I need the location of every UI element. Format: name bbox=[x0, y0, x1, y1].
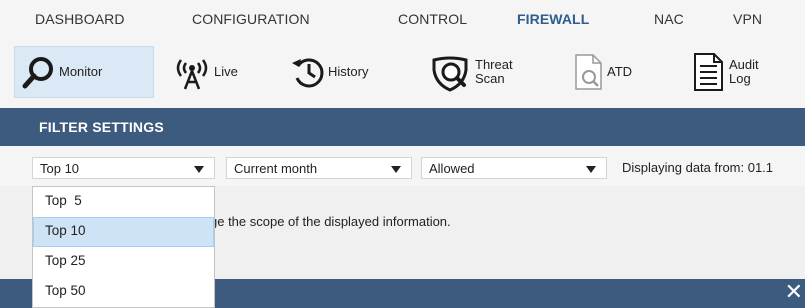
filter-settings-header: FILTER SETTINGS bbox=[0, 108, 805, 146]
history-button[interactable]: History bbox=[290, 46, 400, 98]
toolbar: Monitor Live History Threat Scan ATD Aud… bbox=[0, 38, 805, 108]
filter-row: Top 10 Current month Allowed Displaying … bbox=[0, 146, 805, 186]
atd-button[interactable]: ATD bbox=[573, 46, 663, 98]
nav-vpn[interactable]: VPN bbox=[733, 11, 762, 27]
nav-firewall[interactable]: FIREWALL bbox=[517, 11, 589, 27]
nav-dashboard[interactable]: DASHBOARD bbox=[35, 11, 125, 27]
history-clock-icon bbox=[292, 58, 324, 88]
atd-document-icon bbox=[575, 54, 602, 90]
dropdown-option-top-5[interactable]: Top 5 bbox=[33, 187, 214, 217]
nav-nac[interactable]: NAC bbox=[654, 11, 684, 27]
chevron-down-icon bbox=[194, 166, 204, 173]
action-select-value: Allowed bbox=[429, 161, 475, 176]
history-label: History bbox=[328, 64, 369, 79]
top-n-select-value: Top 10 bbox=[40, 161, 80, 176]
threat-scan-label-line2: Scan bbox=[475, 71, 505, 86]
audit-log-label-line2: Log bbox=[729, 71, 751, 86]
live-label: Live bbox=[214, 64, 238, 79]
audit-log-label-line1: Audit bbox=[729, 57, 759, 72]
threat-scan-label: Threat Scan bbox=[475, 58, 513, 86]
monitor-button[interactable]: Monitor bbox=[14, 46, 154, 98]
threat-scan-label-line1: Threat bbox=[475, 57, 513, 72]
chevron-down-icon bbox=[586, 166, 596, 173]
shield-scan-icon bbox=[432, 56, 468, 92]
dropdown-option-label: Top 5 bbox=[45, 193, 82, 208]
chevron-down-icon bbox=[391, 166, 401, 173]
displaying-data-text: Displaying data from: 01.1 bbox=[622, 160, 774, 175]
threat-scan-button[interactable]: Threat Scan bbox=[430, 46, 540, 98]
dropdown-option-top-50[interactable]: Top 50 bbox=[33, 277, 214, 307]
monitor-label: Monitor bbox=[59, 64, 103, 79]
audit-log-icon bbox=[694, 53, 723, 91]
scope-description: ge the scope of the displayed informatio… bbox=[210, 214, 451, 229]
nav-control[interactable]: CONTROL bbox=[398, 11, 467, 27]
live-button[interactable]: Live bbox=[172, 46, 256, 98]
period-select[interactable]: Current month bbox=[226, 157, 412, 179]
top-n-dropdown-list: Top 5 Top 10 Top 25 Top 50 bbox=[32, 186, 215, 308]
live-broadcast-icon bbox=[176, 59, 208, 90]
period-select-value: Current month bbox=[234, 161, 318, 176]
magnifier-icon bbox=[22, 57, 53, 89]
audit-log-button[interactable]: Audit Log bbox=[692, 46, 792, 98]
dropdown-option-label: Top 50 bbox=[45, 283, 86, 298]
action-select[interactable]: Allowed bbox=[421, 157, 607, 179]
audit-log-label: Audit Log bbox=[729, 58, 759, 86]
close-icon[interactable]: ✕ bbox=[785, 282, 803, 304]
nav-configuration[interactable]: CONFIGURATION bbox=[192, 11, 310, 27]
dropdown-option-top-25[interactable]: Top 25 bbox=[33, 247, 214, 277]
top-navigation: DASHBOARD CONFIGURATION CONTROL FIREWALL… bbox=[0, 0, 805, 38]
dropdown-option-label: Top 25 bbox=[45, 253, 86, 268]
top-n-select[interactable]: Top 10 bbox=[32, 157, 215, 179]
filter-settings-title: FILTER SETTINGS bbox=[39, 119, 164, 135]
atd-label: ATD bbox=[607, 64, 633, 79]
dropdown-option-top-10[interactable]: Top 10 bbox=[33, 217, 214, 247]
dropdown-option-label: Top 10 bbox=[45, 223, 86, 238]
